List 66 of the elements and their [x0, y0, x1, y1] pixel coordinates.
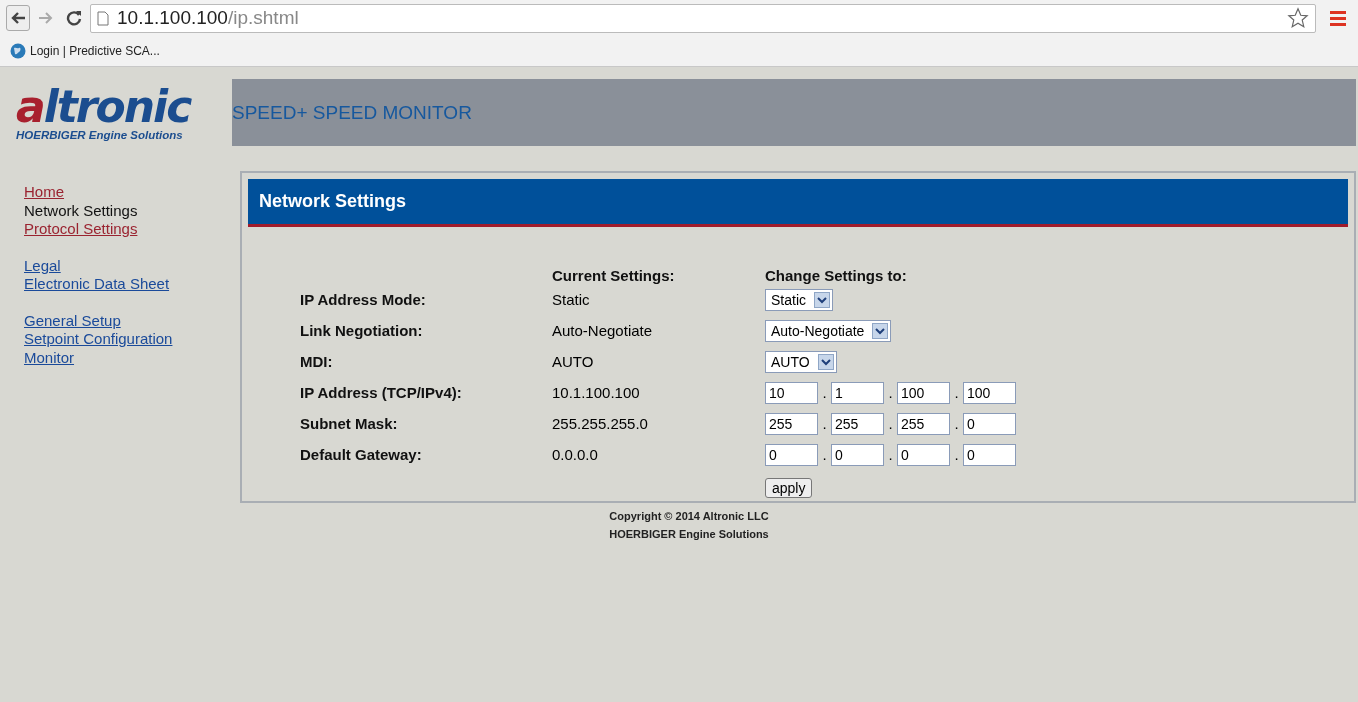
- column-heading: Change Settings to:: [765, 267, 908, 284]
- current-value: AUTO: [552, 353, 595, 370]
- current-value: Auto-Negotiate: [552, 322, 654, 339]
- setting-label: Default Gateway:: [300, 446, 423, 463]
- dropdown[interactable]: AUTO: [765, 350, 837, 373]
- octet-field[interactable]: 0: [897, 443, 950, 466]
- octet-separator: .: [821, 415, 828, 432]
- forward-arrow-icon: [38, 11, 54, 25]
- reload-icon: [66, 10, 82, 26]
- current-page-text: Network Settings: [24, 201, 138, 220]
- apply-button[interactable]: apply: [765, 477, 813, 498]
- octet-separator: .: [953, 415, 960, 432]
- octet-separator: .: [887, 415, 894, 432]
- nav-link[interactable]: Electronic Data Sheet: [24, 275, 170, 294]
- globe-icon: [10, 43, 26, 59]
- footer-text: Copyright © 2014 Altronic LLC: [609, 509, 769, 524]
- bookmark-star-icon[interactable]: [1287, 7, 1309, 29]
- octet-field[interactable]: 1: [831, 381, 884, 404]
- bookmark-item[interactable]: Login | Predictive SCA...: [10, 43, 160, 59]
- product-title: SPEED+ SPEED MONITOR: [232, 101, 472, 124]
- octet-field[interactable]: 0: [963, 443, 1016, 466]
- octet-field[interactable]: 255: [831, 412, 884, 435]
- back-button[interactable]: [6, 5, 30, 31]
- menu-icon[interactable]: [1330, 10, 1346, 26]
- octet-field[interactable]: 100: [897, 381, 950, 404]
- logo-tagline: HOERBIGER Engine Solutions: [16, 128, 184, 141]
- setting-label: Subnet Mask:: [300, 415, 399, 432]
- caret-icon: [817, 353, 834, 370]
- current-value: Static: [552, 291, 591, 308]
- setting-label: MDI:: [300, 353, 334, 370]
- octet-field[interactable]: 100: [963, 381, 1016, 404]
- nav-link[interactable]: Home: [24, 183, 64, 202]
- current-value: 255.255.255.0: [552, 415, 649, 432]
- nav-link[interactable]: Monitor: [24, 348, 75, 367]
- octet-field[interactable]: 10: [765, 381, 818, 404]
- footer-text: HOERBIGER Engine Solutions: [609, 527, 769, 542]
- octet-field[interactable]: 255: [897, 412, 950, 435]
- back-arrow-icon: [10, 11, 26, 25]
- nav-link[interactable]: Setpoint Configuration: [24, 330, 173, 349]
- setting-label: IP Address (TCP/IPv4):: [300, 384, 463, 401]
- dropdown[interactable]: Static: [765, 288, 833, 311]
- current-value: 0.0.0.0: [552, 446, 599, 463]
- caret-icon: [814, 291, 830, 308]
- page-icon: [97, 10, 109, 26]
- current-value: 10.1.100.100: [552, 384, 641, 401]
- panel-title: Network Settings: [259, 191, 407, 212]
- octet-separator: .: [821, 384, 828, 401]
- octet-field[interactable]: 255: [765, 412, 818, 435]
- octet-separator: .: [887, 384, 894, 401]
- octet-field[interactable]: 0: [963, 412, 1016, 435]
- octet-separator: .: [887, 446, 894, 463]
- address-bar[interactable]: 10.1.100.100/ip.shtml: [90, 3, 1316, 33]
- caret-icon: [872, 322, 889, 339]
- octet-separator: .: [953, 446, 960, 463]
- dropdown[interactable]: Auto-Negotiate: [765, 319, 892, 342]
- octet-separator: .: [953, 384, 960, 401]
- octet-field[interactable]: 0: [831, 443, 884, 466]
- nav-link[interactable]: Legal: [24, 256, 61, 275]
- nav-link[interactable]: General Setup: [24, 311, 121, 330]
- column-heading: Current Settings:: [552, 267, 676, 284]
- nav-link[interactable]: Protocol Settings: [24, 220, 138, 239]
- setting-label: IP Address Mode:: [300, 291, 427, 308]
- logo-wordmark: altronic: [16, 84, 192, 129]
- setting-label: Link Negotiation:: [300, 322, 424, 339]
- octet-field[interactable]: 0: [765, 443, 818, 466]
- octet-separator: .: [821, 446, 828, 463]
